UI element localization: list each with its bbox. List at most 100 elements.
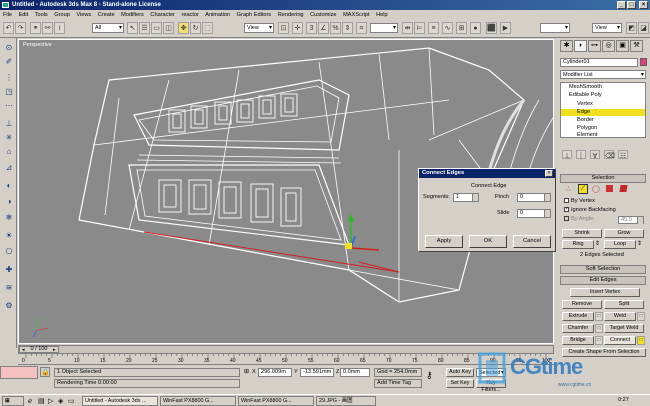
menu-graph-editors[interactable]: Graph Editors [237, 12, 272, 18]
z-coordinate-field[interactable]: 0.0mm [340, 368, 370, 377]
reference-coord-dropdown[interactable]: View [244, 23, 274, 33]
stack-item-border[interactable]: Border [561, 117, 641, 124]
app-quicklaunch-icon[interactable]: ◈ [58, 397, 63, 405]
menu-tools[interactable]: Tools [35, 12, 48, 18]
align-icon[interactable]: ⊨ [414, 22, 425, 34]
stack-item-element[interactable]: Element [561, 132, 641, 139]
loop-button[interactable]: Loop [604, 240, 636, 249]
percent-snap-icon[interactable]: % [330, 22, 341, 34]
menu-create[interactable]: Create [98, 12, 115, 18]
menu-rendering[interactable]: Rendering [278, 12, 304, 18]
remove-modifier-icon[interactable]: ⌫ [604, 150, 615, 160]
select-manipulate-icon[interactable]: ✛ [292, 22, 303, 34]
named-selection-sets-dropdown[interactable] [370, 23, 398, 33]
border-level-icon[interactable]: ◯ [592, 185, 600, 193]
display-tab-icon[interactable]: ▣ [616, 40, 629, 52]
array-icon[interactable]: ⋮ [3, 72, 15, 83]
weld-settings-icon[interactable]: □ [637, 312, 645, 321]
ok-button[interactable]: OK [469, 235, 507, 248]
segments-spinner[interactable]: 1 [453, 193, 479, 202]
isolate-icon[interactable]: ◐ [3, 180, 15, 191]
menu-animation[interactable]: Animation [205, 12, 230, 18]
target-weld-button[interactable]: Target Weld [604, 324, 644, 333]
edge-level-icon[interactable]: ⟋ [578, 184, 588, 194]
set-key-icon[interactable]: ⚷ [426, 370, 433, 381]
freeze-icon[interactable]: ❄ [3, 212, 15, 223]
menu-maxscript[interactable]: MAXScript [343, 12, 369, 18]
move-gizmo[interactable] [345, 214, 380, 251]
material-editor-icon[interactable]: ● [470, 22, 481, 34]
menu-group[interactable]: Group [54, 12, 70, 18]
stack-item-editable-poly[interactable]: Editable Poly [561, 92, 641, 99]
pivot-center-icon[interactable]: ⊡ [278, 22, 289, 34]
loop-spinner[interactable]: ⇕ [637, 240, 642, 247]
object-name-field[interactable]: Cylinder01 [560, 58, 638, 67]
chamfer-button[interactable]: Chamfer [562, 324, 594, 333]
soft-selection-rollout-header[interactable]: Soft Selection [560, 265, 646, 274]
menu-customize[interactable]: Customize [310, 12, 336, 18]
modifier-list-dropdown[interactable]: Modifier List [560, 70, 646, 79]
create-tab-icon[interactable]: ✱ [560, 40, 573, 52]
pin-stack-icon[interactable]: ⊥ [562, 150, 572, 160]
bridge-settings-icon[interactable]: □ [595, 336, 603, 345]
connect-settings-icon[interactable]: □ [637, 336, 645, 345]
menu-reactor[interactable]: reactor [182, 12, 199, 18]
edit-edges-rollout-header[interactable]: Edit Edges [560, 276, 646, 285]
activeshade-icon[interactable]: ◪ [638, 22, 649, 34]
systems-icon[interactable]: ⚙ [3, 300, 15, 311]
media-quicklaunch-icon[interactable]: ▷ [48, 397, 53, 405]
extrude-settings-icon[interactable]: □ [595, 312, 603, 321]
render-type-dropdown[interactable] [540, 23, 570, 33]
by-vertex-checkbox[interactable]: By Vertex [564, 198, 595, 204]
cancel-button[interactable]: Cancel [513, 235, 551, 248]
menu-character[interactable]: Character [150, 12, 175, 18]
start-button[interactable]: ⊞ [2, 396, 24, 406]
menu-views[interactable]: Views [76, 12, 91, 18]
object-color-swatch[interactable] [640, 58, 647, 66]
camera-icon[interactable]: ⎔ [3, 246, 15, 257]
region-select-icon[interactable]: ▭ [151, 22, 162, 34]
ring-button[interactable]: Ring [562, 240, 594, 249]
layer-manager-icon[interactable]: ≡ [428, 22, 439, 34]
desktop-quicklaunch-icon[interactable]: ▤ [38, 397, 45, 405]
show-end-result-icon[interactable]: ⏐ [576, 150, 586, 160]
rotate-icon[interactable]: ↻ [190, 22, 201, 34]
schematic-view-icon[interactable]: ⊞ [456, 22, 467, 34]
light-icon[interactable]: ☀ [3, 230, 15, 241]
task-3dsmax[interactable]: Untitled - Autodesk 3ds ... [82, 396, 158, 406]
set-key-button[interactable]: Set Key [446, 379, 474, 388]
add-time-tag[interactable]: Add Time Tag [374, 379, 422, 388]
angle-snap-icon[interactable]: ∠ [318, 22, 329, 34]
absolute-mode-icon[interactable]: ⊞ [244, 368, 249, 376]
menu-edit[interactable]: Edit [19, 12, 29, 18]
lasso-icon[interactable]: ⊙ [3, 42, 15, 53]
task-paint[interactable]: 29.JPG - 画图 [316, 396, 376, 406]
element-level-icon[interactable] [619, 185, 628, 192]
y-coordinate-field[interactable]: -13.591mm [300, 368, 334, 377]
folder-quicklaunch-icon[interactable]: ▭ [68, 397, 75, 405]
modify-tab-icon[interactable]: ◗ [574, 40, 587, 52]
configure-sets-icon[interactable]: ☷ [618, 150, 628, 160]
render-last-icon[interactable]: ◩ [626, 22, 637, 34]
mirror-icon[interactable]: ⇹ [402, 22, 413, 34]
select-link-icon[interactable]: ⚭ [30, 22, 41, 34]
shrink-button[interactable]: Shrink [562, 229, 602, 238]
select-by-name-icon[interactable]: ☰ [139, 22, 150, 34]
next-frame-icon[interactable]: ▸ [53, 347, 56, 353]
helper-icon[interactable]: ✚ [3, 264, 15, 275]
select-object-icon[interactable]: ↖ [127, 22, 138, 34]
hide-icon[interactable]: ◑ [3, 196, 15, 207]
insert-vertex-button[interactable]: Insert Vertex [570, 288, 640, 297]
snap-toggle-icon[interactable]: 3 [306, 22, 317, 34]
chamfer-settings-icon[interactable]: □ [595, 324, 603, 333]
by-angle-checkbox[interactable]: By Angle: [564, 216, 595, 222]
place-highlight-icon[interactable]: ✳ [3, 132, 15, 143]
window-crossing-icon[interactable]: ◫ [163, 22, 174, 34]
make-unique-icon[interactable]: ∀ [590, 150, 600, 160]
paint-select-icon[interactable]: ✐ [3, 56, 15, 67]
vertex-level-icon[interactable]: ∴ [566, 185, 570, 193]
pinch-spinner[interactable]: 0 [517, 193, 551, 202]
lock-selection-icon[interactable]: 🔒 [40, 367, 50, 377]
spacewarp-icon[interactable]: ≋ [3, 282, 15, 293]
motion-tab-icon[interactable]: ◎ [602, 40, 615, 52]
